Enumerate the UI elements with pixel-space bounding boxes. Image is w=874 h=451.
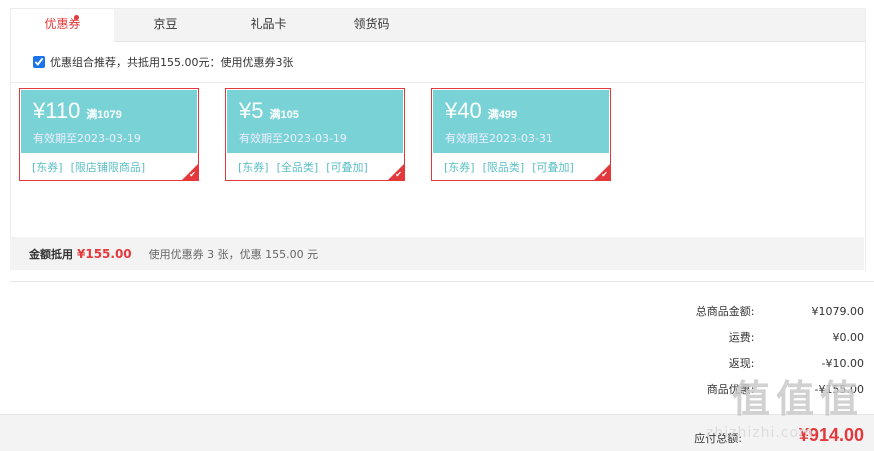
coupon-condition: 满105: [269, 109, 299, 121]
coupon-condition: 满1079: [86, 109, 122, 121]
discount-tabs: 优惠券 京豆 礼品卡 领货码: [11, 9, 865, 42]
divider: [10, 281, 874, 282]
recommend-checkbox[interactable]: [33, 56, 45, 68]
coupon-expire: 有效期至2023-03-19: [239, 132, 347, 145]
coupon-condition: 满499: [487, 109, 518, 121]
coupon-tags: [东券] [限品类] [可叠加]: [444, 161, 574, 174]
watermark: 值 值 值: [732, 377, 859, 421]
total-row: 运费: ¥0.00: [728, 330, 864, 345]
coupon-expire: 有效期至2023-03-19: [33, 132, 141, 145]
coupon-amount: ¥110: [33, 98, 81, 123]
coupon-summary: 金额抵用 ¥155.00 使用优惠券 3 张，优惠 155.00 元: [10, 237, 864, 270]
recommend-row: 优惠组合推荐，共抵用155.00元：使用优惠券3张: [11, 42, 865, 83]
check-icon: ✔: [395, 170, 402, 179]
check-icon: ✔: [189, 170, 196, 179]
summary-label: 金额抵用: [29, 247, 73, 261]
tab-redeem-code[interactable]: 领货码: [320, 9, 423, 41]
coupon-card[interactable]: ¥110 满1079 有效期至2023-03-19 [东券] [限店铺限商品] ✔: [19, 88, 199, 181]
check-icon: ✔: [601, 170, 608, 179]
coupon-tags: [东券] [全品类] [可叠加]: [238, 161, 368, 174]
new-dot-icon: [74, 15, 79, 20]
coupon-card[interactable]: ¥5 满105 有效期至2023-03-19 [东券] [全品类] [可叠加] ✔: [225, 88, 405, 181]
tab-jingdou[interactable]: 京豆: [114, 9, 217, 41]
total-row: 总商品金额: ¥1079.00: [695, 304, 864, 319]
summary-amount: ¥155.00: [77, 246, 132, 261]
coupon-expire: 有效期至2023-03-31: [445, 132, 553, 145]
coupon-amount: ¥5: [239, 98, 264, 123]
tab-gift-card[interactable]: 礼品卡: [217, 9, 320, 41]
watermark-url: zhizhizhi.com: [706, 425, 814, 441]
recommend-text: 优惠组合推荐，共抵用155.00元：使用优惠券3张: [50, 56, 294, 69]
coupon-tags: [东券] [限店铺限商品]: [32, 161, 146, 174]
coupon-card[interactable]: ¥40 满499 有效期至2023-03-31 [东券] [限品类] [可叠加] ✔: [431, 88, 611, 181]
coupon-amount: ¥40: [445, 98, 482, 123]
tab-coupons[interactable]: 优惠券: [11, 9, 114, 42]
summary-desc: 使用优惠券 3 张，优惠 155.00 元: [148, 247, 319, 261]
